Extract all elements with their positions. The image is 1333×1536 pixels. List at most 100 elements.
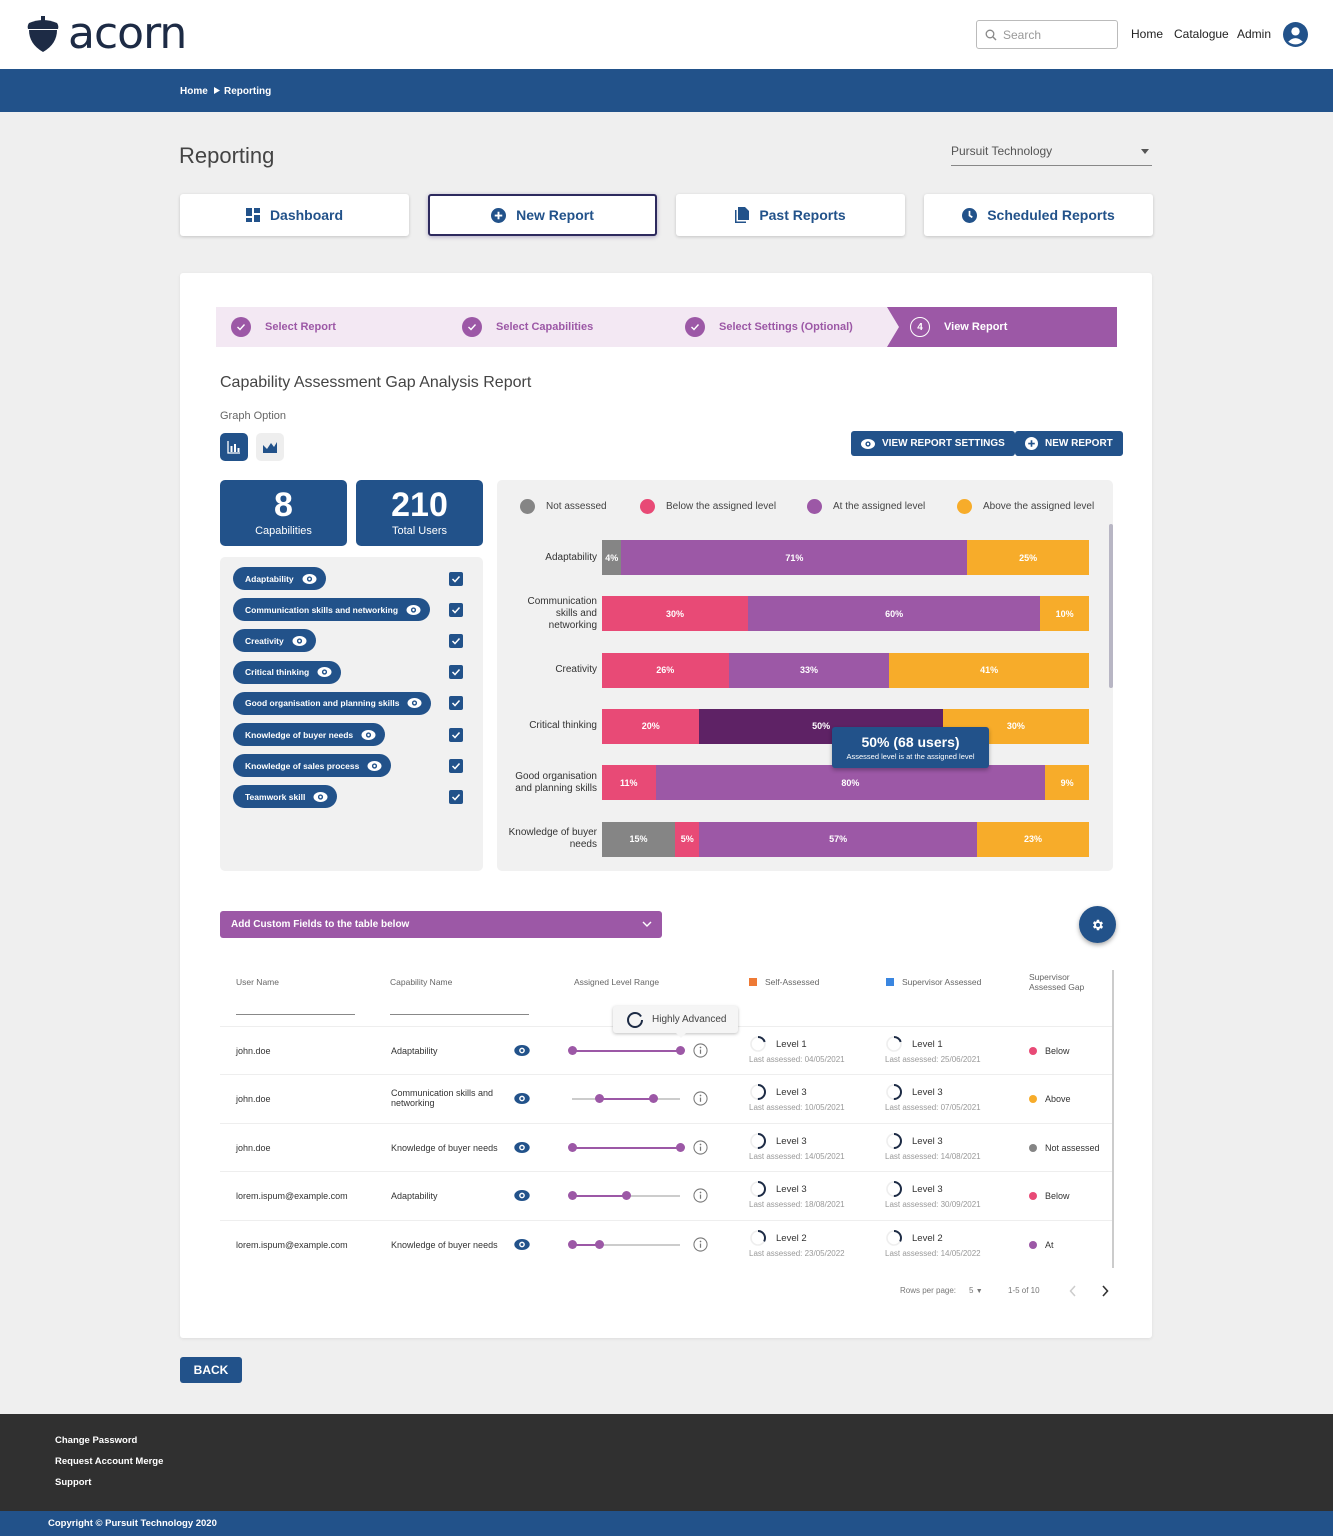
slider-thumb-max[interactable] (621, 1191, 631, 1200)
bar-segment[interactable]: 33% (728, 652, 890, 688)
bar-segment[interactable]: 71% (621, 540, 968, 575)
th-supervisor-gap[interactable]: Supervisor Assessed Gap (1029, 972, 1091, 992)
bar-segment[interactable]: 26% (602, 652, 729, 688)
rows-per-page-select[interactable]: 5 ▼ (969, 1286, 983, 1295)
user-name-filter-input[interactable] (236, 1014, 355, 1015)
legend-item[interactable]: Below the assigned level (640, 499, 776, 514)
th-capability-name[interactable]: Capability Name (390, 977, 452, 987)
bar-segment[interactable]: 5% (675, 821, 700, 857)
tab-past-reports[interactable]: Past Reports (676, 194, 905, 236)
capability-chip[interactable]: Good organisation and planning skills (233, 691, 432, 715)
slider-thumb-min[interactable] (567, 1046, 577, 1055)
eye-icon[interactable] (292, 635, 307, 646)
capability-chip[interactable]: Knowledge of sales process (233, 754, 392, 778)
capability-checkbox[interactable] (449, 789, 463, 804)
slider-thumb-max[interactable] (648, 1094, 658, 1103)
area-chart-option-button[interactable] (256, 433, 284, 461)
level-range-slider[interactable] (567, 1191, 680, 1201)
new-report-button[interactable]: NEW REPORT (1015, 431, 1123, 456)
eye-icon[interactable] (514, 1045, 530, 1056)
legend-item[interactable]: Not assessed (520, 499, 607, 514)
step-select-capabilities[interactable]: Select Capabilities (462, 307, 593, 347)
capability-checkbox[interactable] (449, 758, 463, 773)
eye-icon[interactable] (514, 1190, 530, 1201)
bar-segment[interactable]: 41% (889, 652, 1089, 688)
nav-admin[interactable]: Admin (1237, 27, 1271, 41)
view-report-settings-button[interactable]: VIEW REPORT SETTINGS (851, 431, 1015, 456)
logo[interactable]: acorn (26, 12, 187, 56)
bar-segment[interactable]: 57% (699, 821, 977, 857)
eye-icon[interactable] (317, 667, 332, 678)
capability-chip[interactable]: Communication skills and networking (233, 598, 431, 622)
nav-home[interactable]: Home (1131, 27, 1163, 41)
capability-chip[interactable]: Critical thinking (233, 660, 342, 684)
step-view-report[interactable]: 4 View Report (910, 307, 1007, 347)
capability-checkbox[interactable] (449, 727, 463, 742)
bar-segment[interactable]: 30% (602, 596, 749, 632)
level-range-slider[interactable] (567, 1143, 685, 1153)
eye-icon[interactable] (406, 604, 421, 615)
eye-icon[interactable] (514, 1239, 530, 1250)
info-icon[interactable] (693, 1237, 708, 1252)
chart-scrollbar[interactable] (1109, 524, 1113, 688)
breadcrumb-home[interactable]: Home (180, 86, 208, 97)
back-button[interactable]: BACK (180, 1357, 242, 1383)
slider-thumb-min[interactable] (567, 1240, 577, 1249)
slider-thumb-min[interactable] (567, 1143, 577, 1152)
bar-segment[interactable]: 9% (1045, 765, 1089, 801)
capability-chip[interactable]: Knowledge of buyer needs (233, 723, 386, 746)
slider-thumb-max[interactable] (594, 1240, 604, 1249)
level-range-slider[interactable] (567, 1240, 680, 1250)
capability-chip[interactable]: Adaptability (233, 567, 326, 590)
level-range-slider[interactable] (572, 1094, 680, 1104)
bar-chart-option-button[interactable] (220, 433, 248, 461)
footer-support[interactable]: Support (55, 1477, 91, 1488)
nav-catalogue[interactable]: Catalogue (1174, 27, 1229, 41)
info-icon[interactable] (693, 1043, 708, 1058)
slider-thumb-min[interactable] (567, 1191, 577, 1200)
eye-icon[interactable] (367, 760, 382, 771)
slider-thumb-max[interactable] (675, 1143, 685, 1152)
slider-thumb-max[interactable] (675, 1046, 685, 1055)
th-assigned-level-range[interactable]: Assigned Level Range (574, 977, 659, 987)
bar-segment[interactable]: 10% (1040, 596, 1089, 632)
capability-name-filter-input[interactable] (390, 1014, 529, 1015)
step-select-report[interactable]: Select Report (231, 307, 336, 347)
search-input[interactable]: Search (976, 20, 1118, 49)
bar-segment[interactable]: 15% (602, 821, 676, 857)
bar-segment[interactable]: 80% (655, 765, 1046, 801)
capability-checkbox[interactable] (449, 571, 463, 586)
info-icon[interactable] (693, 1140, 708, 1155)
footer-change-password[interactable]: Change Password (55, 1435, 137, 1446)
eye-icon[interactable] (313, 791, 328, 802)
table-scrollbar[interactable] (1112, 970, 1114, 1268)
bar-segment[interactable]: 60% (748, 596, 1041, 632)
tab-scheduled-reports[interactable]: Scheduled Reports (924, 194, 1153, 236)
next-page-icon[interactable] (1101, 1285, 1109, 1297)
legend-item[interactable]: Above the assigned level (957, 499, 1094, 514)
eye-icon[interactable] (514, 1093, 530, 1104)
tab-dashboard[interactable]: Dashboard (180, 194, 409, 236)
capability-checkbox[interactable] (449, 696, 463, 711)
table-settings-button[interactable] (1079, 906, 1116, 943)
eye-icon[interactable] (361, 729, 376, 740)
th-self-assessed[interactable]: Self-Assessed (749, 977, 819, 987)
capability-chip[interactable]: Creativity (233, 629, 316, 653)
capability-checkbox[interactable] (449, 665, 463, 680)
th-user-name[interactable]: User Name (236, 977, 279, 987)
slider-thumb-min[interactable] (594, 1094, 604, 1103)
capability-chip[interactable]: Teamwork skill (233, 785, 338, 809)
legend-item[interactable]: At the assigned level (807, 499, 925, 514)
info-icon[interactable] (693, 1188, 708, 1203)
bar-segment[interactable]: 4% (602, 540, 622, 575)
prev-page-icon[interactable] (1069, 1285, 1077, 1297)
eye-icon[interactable] (302, 573, 317, 584)
organisation-select[interactable]: Pursuit Technology (951, 144, 1152, 166)
custom-fields-dropdown[interactable]: Add Custom Fields to the table below (220, 911, 662, 938)
bar-segment[interactable]: 11% (602, 765, 656, 801)
bar-segment[interactable]: 23% (976, 821, 1089, 857)
tab-new-report[interactable]: New Report (428, 194, 657, 236)
level-range-slider[interactable] (567, 1046, 685, 1056)
capability-checkbox[interactable] (449, 602, 463, 617)
bar-segment[interactable]: 25% (967, 540, 1089, 575)
